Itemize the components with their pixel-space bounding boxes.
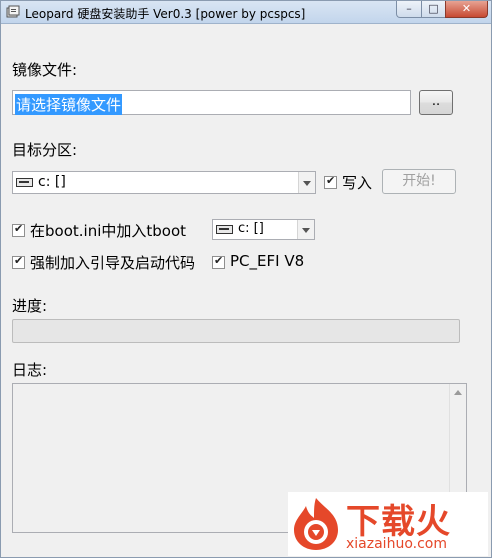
- close-icon: ✕: [461, 2, 472, 15]
- progress-label: 进度:: [12, 297, 48, 315]
- efi-label: PC_EFI V8: [230, 252, 305, 270]
- drive-icon: [16, 178, 33, 187]
- chevron-down-icon[interactable]: [298, 172, 315, 193]
- browse-button-label: ..: [431, 94, 441, 109]
- log-label: 日志:: [12, 361, 48, 379]
- image-file-input[interactable]: 请选择镜像文件: [12, 90, 411, 115]
- write-label: 写入: [342, 174, 373, 192]
- watermark-url: xiazaihuo.com: [346, 536, 447, 552]
- minimize-button[interactable]: –: [396, 1, 422, 18]
- image-file-value: 请选择镜像文件: [15, 94, 123, 115]
- image-file-label: 镜像文件:: [12, 61, 78, 79]
- drive-icon: [216, 225, 233, 234]
- bootini-drive-value: c: []: [238, 221, 264, 236]
- bootini-drive-select[interactable]: c: []: [212, 219, 315, 240]
- start-button-label: 开始!: [402, 173, 436, 189]
- force-boot-label: 强制加入引导及启动代码: [30, 254, 196, 272]
- minimize-icon: –: [406, 2, 412, 15]
- app-window: Leopard 硬盘安装助手 Ver0.3 [power by pcspcs] …: [0, 0, 492, 558]
- chevron-down-icon[interactable]: [297, 220, 314, 239]
- title-bar[interactable]: Leopard 硬盘安装助手 Ver0.3 [power by pcspcs] …: [1, 1, 491, 24]
- progress-bar: [12, 319, 460, 343]
- efi-checkbox[interactable]: [212, 254, 225, 269]
- target-partition-value: c: []: [38, 174, 66, 190]
- write-checkbox[interactable]: [324, 174, 337, 189]
- bootini-label: 在boot.ini中加入tboot: [30, 222, 187, 240]
- start-button[interactable]: 开始!: [382, 169, 456, 194]
- target-partition-select[interactable]: c: []: [12, 171, 316, 194]
- scroll-up-icon[interactable]: [454, 390, 462, 395]
- window-title: Leopard 硬盘安装助手 Ver0.3 [power by pcspcs]: [25, 7, 306, 21]
- bootini-checkbox[interactable]: [12, 222, 25, 237]
- target-partition-label: 目标分区:: [12, 141, 78, 159]
- watermark-logo: 下载火 xiazaihuo.com: [288, 492, 488, 556]
- maximize-icon: □: [428, 2, 439, 15]
- flame-logo-icon: [294, 498, 338, 550]
- app-icon: [6, 5, 20, 18]
- close-button[interactable]: ✕: [445, 1, 488, 18]
- force-boot-checkbox[interactable]: [12, 254, 25, 269]
- maximize-button[interactable]: □: [421, 1, 446, 18]
- browse-button[interactable]: ..: [419, 90, 453, 115]
